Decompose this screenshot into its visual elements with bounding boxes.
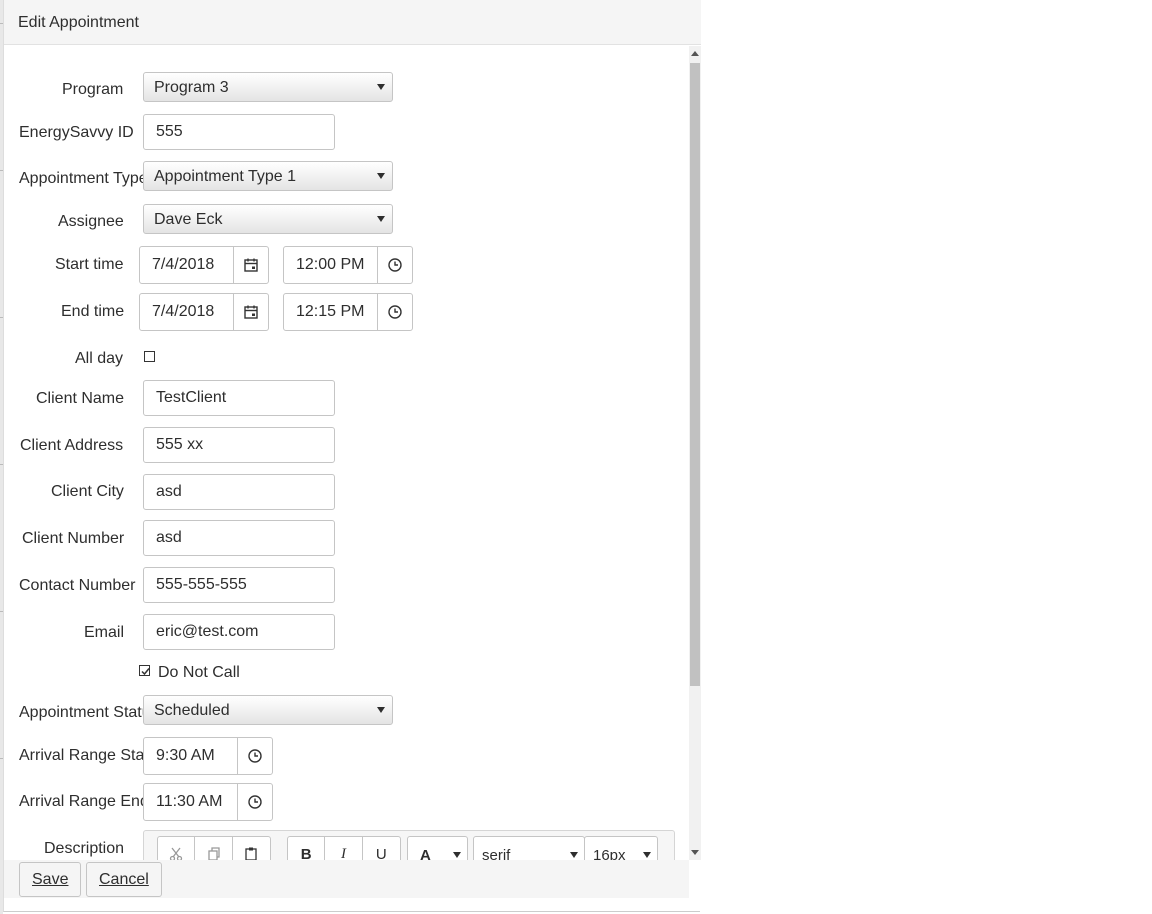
italic-button[interactable]: I: [325, 837, 363, 860]
description-label: Description: [44, 840, 125, 857]
clock-icon[interactable]: [377, 247, 412, 283]
chevron-down-icon: [377, 707, 385, 713]
edit-appointment-dialog: Edit Appointment Program Program 3 Energ…: [3, 0, 701, 912]
scrollbar-thumb[interactable]: [690, 63, 700, 686]
start-time-picker[interactable]: 12:00 PM: [283, 246, 413, 284]
energysavvy-id-input[interactable]: 555: [143, 114, 335, 150]
chevron-down-icon: [377, 84, 385, 90]
program-label: Program: [62, 81, 124, 98]
client-name-label: Client Name: [36, 390, 125, 407]
dialog-title: Edit Appointment: [18, 14, 139, 31]
chevron-down-icon: [453, 852, 461, 858]
cancel-button[interactable]: Cancel: [86, 862, 162, 897]
appointment-status-select[interactable]: Scheduled: [143, 695, 393, 725]
appointment-status-value: Scheduled: [154, 702, 230, 719]
scroll-down-icon[interactable]: [691, 850, 699, 855]
client-name-input[interactable]: TestClient: [143, 380, 335, 416]
font-size-value: 16px: [593, 847, 626, 860]
end-time-picker[interactable]: 12:15 PM: [283, 293, 413, 331]
arrival-range-end-label: Arrival Range End: [19, 793, 146, 810]
underline-button[interactable]: U: [363, 837, 400, 861]
arrival-range-end-value: 11:30 AM: [156, 793, 223, 810]
chevron-down-icon: [377, 173, 385, 179]
do-not-call-checkbox[interactable]: [139, 665, 150, 676]
end-date-picker[interactable]: 7/4/2018: [139, 293, 269, 331]
client-name-value: TestClient: [156, 389, 227, 406]
client-number-value: asd: [156, 529, 182, 546]
text-style-tool-group: B I U: [287, 836, 401, 860]
all-day-label: All day: [75, 350, 124, 367]
appointment-type-label: Appointment Type: [19, 170, 146, 187]
appointment-type-label-clip: Appointment Type: [19, 170, 146, 192]
appointment-status-label: Appointment Status: [19, 704, 146, 721]
chevron-down-icon: [570, 852, 578, 858]
arrival-range-start-label-clip: Arrival Range Start: [19, 747, 146, 769]
appointment-status-label-clip: Appointment Status: [19, 704, 146, 726]
arrival-range-end-label-clip: Arrival Range End: [19, 793, 146, 815]
client-city-value: asd: [156, 483, 182, 500]
chevron-down-icon: [643, 852, 651, 858]
font-family-value: serif: [482, 847, 511, 860]
clock-icon[interactable]: [237, 784, 272, 820]
clipboard-tool-group: [157, 836, 271, 860]
vertical-scrollbar[interactable]: [689, 46, 701, 860]
appointment-type-value: Appointment Type 1: [154, 168, 297, 185]
start-date-picker[interactable]: 7/4/2018: [139, 246, 269, 284]
contact-number-value: 555-555-555: [156, 576, 247, 593]
assignee-label: Assignee: [58, 213, 124, 230]
start-date-value: 7/4/2018: [152, 256, 215, 273]
font-size-dropdown[interactable]: 16px: [584, 836, 658, 860]
email-value: eric@test.com: [156, 623, 259, 640]
calendar-icon[interactable]: [233, 247, 268, 283]
contact-number-input[interactable]: 555-555-555: [143, 567, 335, 603]
font-color-dropdown[interactable]: A: [407, 836, 468, 860]
font-color-label: A: [420, 847, 431, 860]
dialog-titlebar: Edit Appointment: [4, 0, 701, 45]
contact-number-label: Contact Number: [19, 577, 136, 594]
arrival-range-start-label: Arrival Range Start: [19, 747, 146, 764]
email-label: Email: [84, 624, 125, 641]
assignee-select[interactable]: Dave Eck: [143, 204, 393, 234]
program-select[interactable]: Program 3: [143, 72, 393, 102]
cut-icon[interactable]: [158, 837, 196, 860]
email-input[interactable]: eric@test.com: [143, 614, 335, 650]
assignee-value: Dave Eck: [154, 211, 223, 228]
appointment-type-select[interactable]: Appointment Type 1: [143, 161, 393, 191]
arrival-range-start-picker[interactable]: 9:30 AM: [143, 737, 273, 775]
paste-icon[interactable]: [233, 837, 270, 860]
end-date-value: 7/4/2018: [152, 303, 215, 320]
chevron-down-icon: [377, 216, 385, 222]
program-value: Program 3: [154, 79, 229, 96]
scroll-up-icon[interactable]: [691, 51, 699, 56]
start-time-label: Start time: [55, 256, 124, 273]
end-time-value: 12:15 PM: [296, 303, 365, 320]
client-address-label: Client Address: [20, 437, 124, 454]
font-family-dropdown[interactable]: serif: [473, 836, 585, 860]
clock-icon[interactable]: [237, 738, 272, 774]
client-address-value: 555 xx: [156, 436, 204, 453]
client-number-input[interactable]: asd: [143, 520, 335, 556]
copy-icon[interactable]: [195, 837, 233, 860]
save-button[interactable]: Save: [19, 862, 82, 897]
arrival-range-start-value: 9:30 AM: [156, 747, 215, 764]
dialog-content: Program Program 3 EnergySavvy ID 555 App…: [4, 46, 689, 860]
do-not-call-label: Do Not Call: [158, 664, 240, 681]
end-time-label: End time: [61, 303, 125, 320]
client-number-label: Client Number: [22, 530, 125, 547]
client-city-input[interactable]: asd: [143, 474, 335, 510]
client-city-label: Client City: [51, 483, 124, 500]
clock-icon[interactable]: [377, 294, 412, 330]
bold-button[interactable]: B: [288, 837, 326, 860]
arrival-range-end-picker[interactable]: 11:30 AM: [143, 783, 273, 821]
check-icon: [141, 668, 150, 676]
calendar-icon[interactable]: [233, 294, 268, 330]
start-time-value: 12:00 PM: [296, 256, 365, 273]
client-address-input[interactable]: 555 xx: [143, 427, 335, 463]
energysavvy-id-value: 555: [156, 123, 183, 140]
all-day-checkbox[interactable]: [144, 351, 155, 362]
description-editor-toolbar: B I U A serif 16px: [143, 830, 675, 860]
energysavvy-id-label: EnergySavvy ID: [19, 124, 134, 141]
